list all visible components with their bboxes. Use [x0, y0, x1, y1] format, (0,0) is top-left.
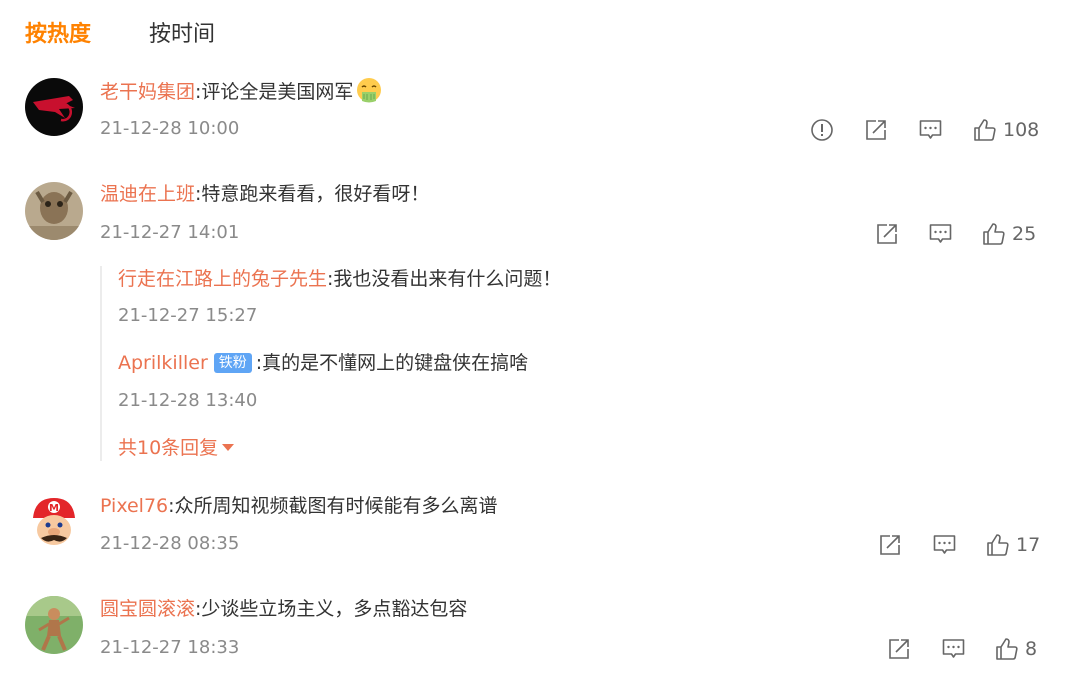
tab-sort-by-time[interactable]: 按时间	[149, 18, 215, 52]
like-count: 8	[1025, 638, 1038, 660]
like-count: 108	[1003, 119, 1040, 141]
share-button[interactable]	[878, 530, 902, 560]
comment-time: 21-12-28 08:35	[100, 533, 240, 554]
comment-panel: 按热度 按时间 老干妈集团:评论全是美国网军 21-12-28 10:00 10…	[0, 0, 1074, 691]
comment-icon	[932, 533, 957, 557]
reply-button[interactable]	[941, 634, 966, 664]
username-link[interactable]: 老干妈集团	[100, 81, 195, 103]
like-count: 25	[1012, 223, 1037, 245]
like-button[interactable]: 25	[982, 219, 1036, 249]
caret-down-icon	[222, 444, 235, 451]
tab-sort-by-hot[interactable]: 按热度	[25, 18, 91, 52]
share-icon	[864, 118, 888, 142]
reply-line: 行走在江路上的兔子先生:我也没看出来有什么问题！	[118, 266, 561, 292]
comment-line: Pixel76:众所周知视频截图有时候能有多么离谱	[100, 493, 498, 519]
comment-time: 21-12-28 10:00	[100, 118, 240, 139]
like-button[interactable]: 17	[986, 530, 1040, 560]
more-replies-label: 共10条回复	[118, 437, 219, 459]
share-button[interactable]	[887, 634, 911, 664]
reply-time: 21-12-27 15:27	[118, 305, 258, 326]
username-link[interactable]: 圆宝圆滚滚	[100, 598, 195, 620]
comment-icon	[918, 118, 943, 142]
like-icon	[995, 637, 1019, 661]
username-link[interactable]: Aprilkiller	[118, 352, 208, 374]
like-icon	[982, 222, 1006, 246]
username-link[interactable]: 温迪在上班	[100, 183, 195, 205]
like-icon	[973, 118, 997, 142]
share-button[interactable]	[875, 219, 899, 249]
avatar[interactable]	[25, 182, 83, 240]
reply-text: :真的是不懂网上的键盘侠在搞啥	[255, 352, 529, 374]
comment-line: 老干妈集团:评论全是美国网军	[100, 77, 382, 105]
username-link[interactable]: 行走在江路上的兔子先生	[118, 268, 327, 290]
report-icon	[810, 118, 834, 142]
reply-button[interactable]	[932, 530, 957, 560]
share-icon	[878, 533, 902, 557]
reply-button[interactable]	[918, 115, 943, 145]
reply-button[interactable]	[928, 219, 953, 249]
avatar[interactable]: M	[25, 492, 83, 550]
reply-time: 21-12-28 13:40	[118, 390, 258, 411]
svg-text:M: M	[49, 503, 59, 514]
like-button[interactable]: 8	[995, 634, 1037, 664]
comment-icon	[941, 637, 966, 661]
fan-badge: 铁粉	[213, 353, 252, 373]
reply-text: :我也没看出来有什么问题！	[327, 268, 562, 290]
avatar[interactable]	[25, 596, 83, 654]
comment-text: :评论全是美国网军	[195, 81, 354, 103]
share-icon	[875, 222, 899, 246]
share-icon	[887, 637, 911, 661]
more-replies-link[interactable]: 共10条回复	[118, 435, 235, 461]
comment-time: 21-12-27 18:33	[100, 637, 240, 658]
reply-thread: 行走在江路上的兔子先生:我也没看出来有什么问题！ 21-12-27 15:27 …	[100, 266, 702, 461]
report-button[interactable]	[810, 115, 834, 145]
avatar[interactable]	[25, 78, 83, 136]
share-button[interactable]	[864, 115, 888, 145]
like-count: 17	[1016, 534, 1041, 556]
comment-line: 温迪在上班:特意跑来看看，很好看呀！	[100, 181, 429, 207]
like-icon	[986, 533, 1010, 557]
comment-icon	[928, 222, 953, 246]
comment-text: :众所周知视频截图有时候能有多么离谱	[168, 495, 498, 517]
like-button[interactable]: 108	[973, 115, 1039, 145]
comment-text: :少谈些立场主义，多点豁达包容	[195, 598, 468, 620]
comment-text: :特意跑来看看，很好看呀！	[195, 183, 430, 205]
comment-time: 21-12-27 14:01	[100, 222, 240, 243]
username-link[interactable]: Pixel76	[100, 495, 168, 517]
vomit-face-emoji-icon	[357, 78, 382, 103]
reply-line: Aprilkiller 铁粉:真的是不懂网上的键盘侠在搞啥	[118, 350, 528, 376]
comment-line: 圆宝圆滚滚:少谈些立场主义，多点豁达包容	[100, 596, 467, 622]
